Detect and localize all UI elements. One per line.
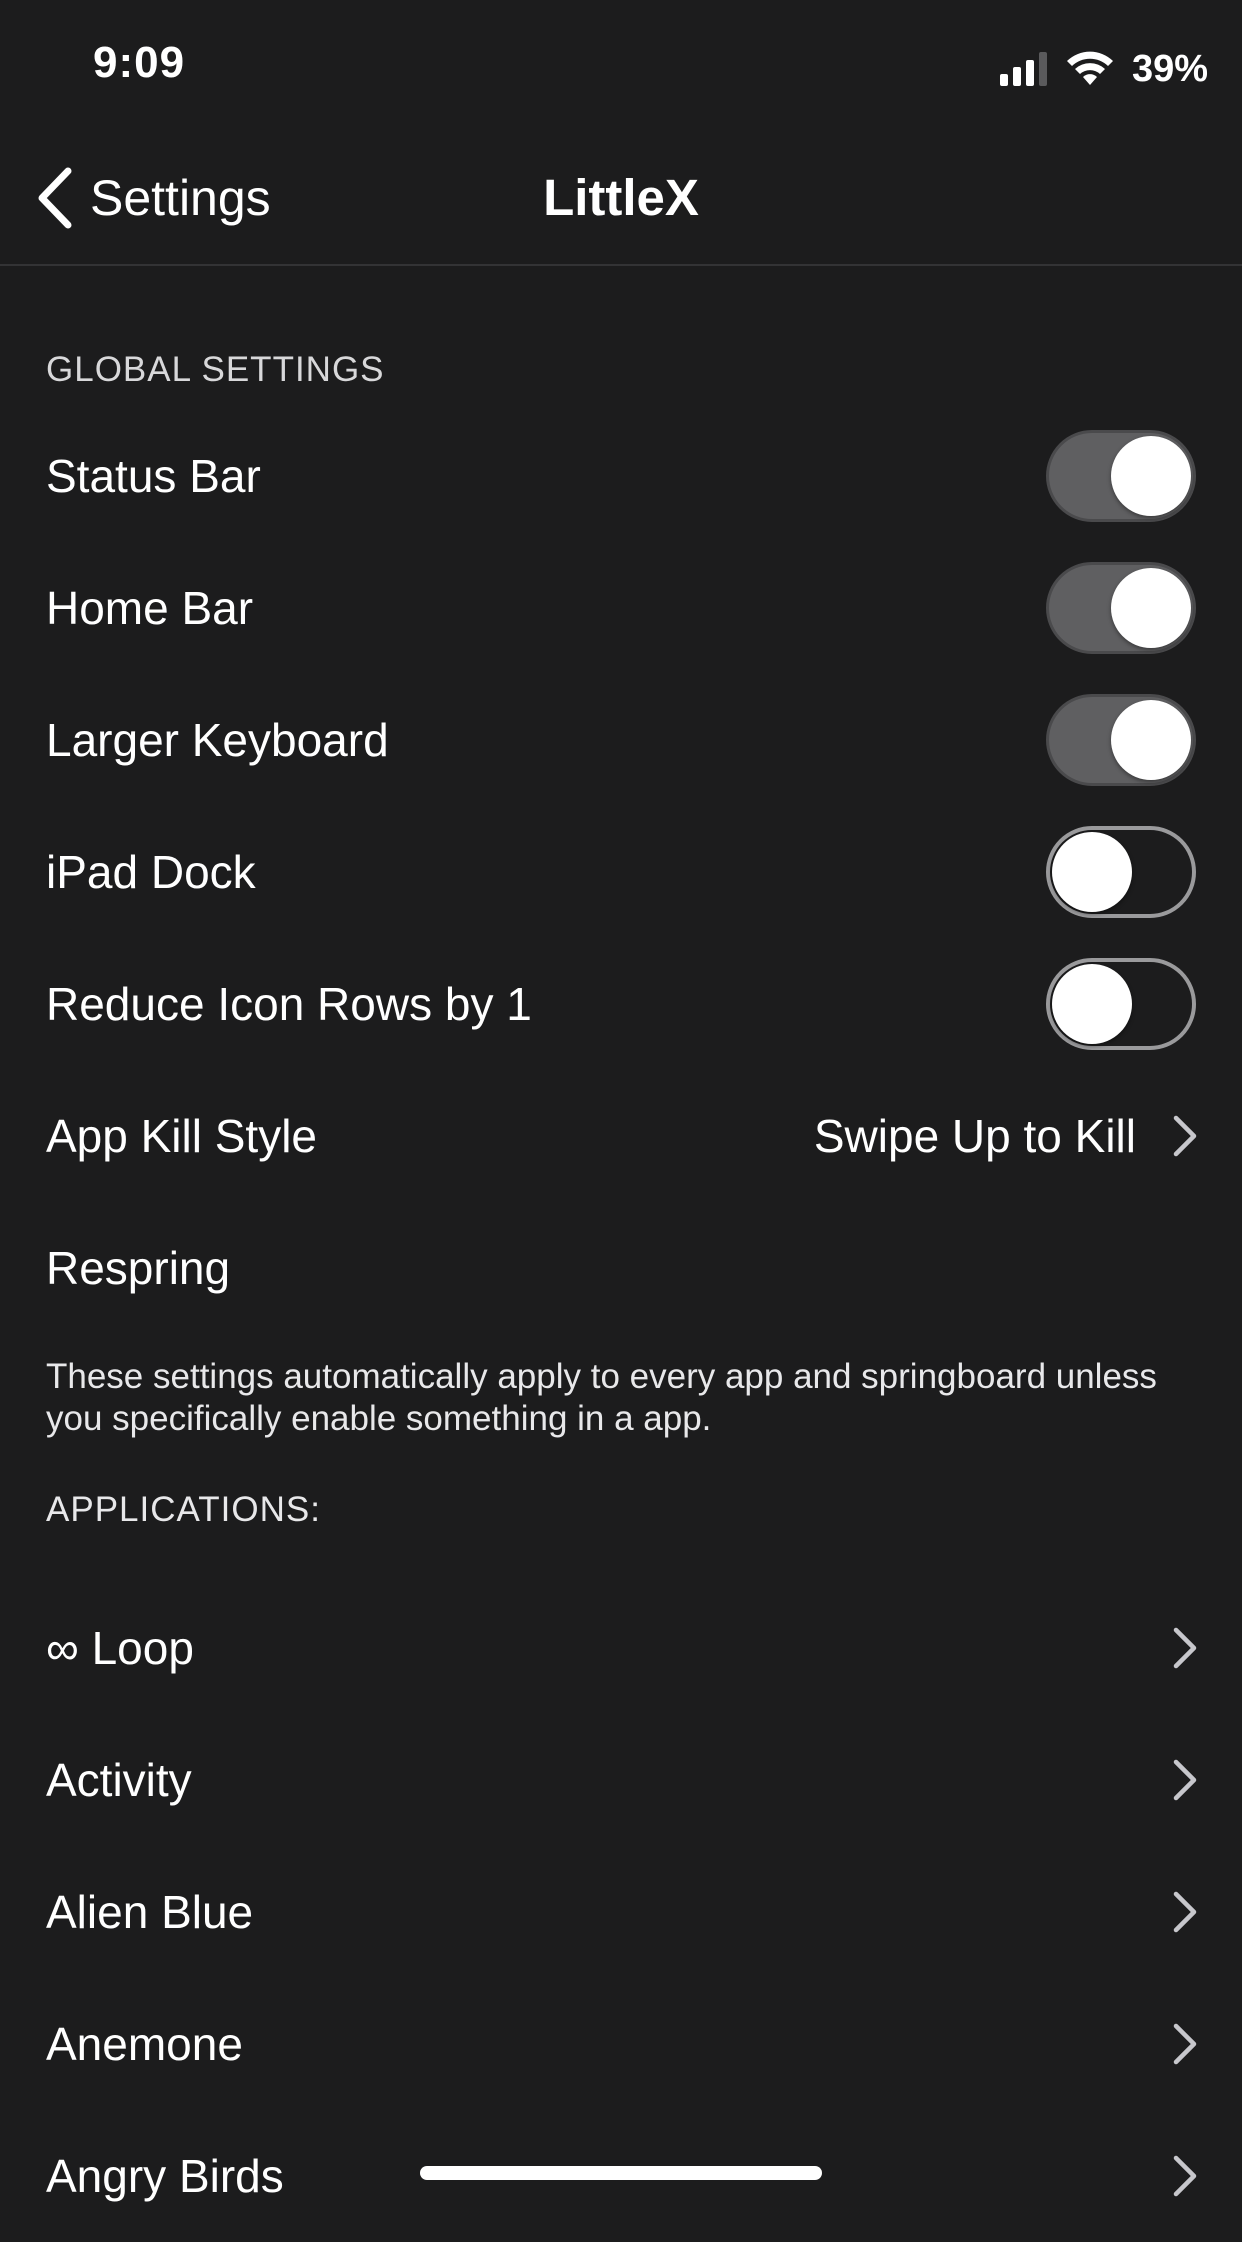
toggle-knob [1111, 436, 1191, 516]
row-status-bar: Status Bar [0, 410, 1242, 542]
respring-button: Respring [46, 1242, 231, 1294]
chevron-right-icon [1173, 2023, 1197, 2065]
larger-keyboard-toggle[interactable] [1046, 694, 1196, 786]
app-row-loop[interactable]: ∞ Loop [0, 1582, 1242, 1714]
app-name: ∞ Loop [46, 1622, 194, 1674]
app-row-anemone[interactable]: Anemone [0, 1978, 1242, 2110]
section-header-label: GLOBAL SETTINGS [46, 350, 385, 389]
home-indicator[interactable] [420, 2166, 822, 2180]
toggle-knob [1111, 700, 1191, 780]
row-label: Status Bar [46, 450, 261, 502]
reduce-icon-rows-toggle[interactable] [1046, 958, 1196, 1050]
signal-icon [999, 52, 1047, 86]
chevron-right-icon [1173, 1759, 1197, 1801]
app-name: Alien Blue [46, 1886, 254, 1938]
status-bar: 9:09 39% [0, 0, 1242, 130]
app-name: Activity [46, 1754, 192, 1806]
toggle-knob [1052, 964, 1132, 1044]
app-name: Anemone [46, 2018, 243, 2070]
chevron-right-icon [1173, 2155, 1197, 2197]
row-label: Home Bar [46, 582, 254, 634]
app-name: Angry Birds [46, 2150, 284, 2202]
section-header-global: GLOBAL SETTINGS [0, 266, 1242, 410]
section-footer-note: These settings automatically apply to ev… [0, 1334, 1242, 1470]
row-label: App Kill Style [46, 1110, 318, 1162]
status-bar-toggle[interactable] [1046, 430, 1196, 522]
app-row-activity[interactable]: Activity [0, 1714, 1242, 1846]
row-ipad-dock: iPad Dock [0, 806, 1242, 938]
row-respring[interactable]: Respring [0, 1202, 1242, 1334]
chevron-right-icon [1173, 1891, 1197, 1933]
chevron-right-icon [1173, 1627, 1197, 1669]
status-time: 9:09 [93, 38, 186, 87]
row-app-kill-style[interactable]: App Kill Style Swipe Up to Kill [0, 1070, 1242, 1202]
footer-note-text: These settings automatically apply to ev… [46, 1357, 1157, 1438]
section-header-applications: APPLICATIONS: [0, 1470, 1242, 1582]
wifi-icon [1066, 51, 1113, 85]
chevron-right-icon [1173, 1115, 1197, 1157]
ipad-dock-toggle[interactable] [1046, 826, 1196, 918]
toggle-knob [1052, 832, 1132, 912]
app-row-alien-blue[interactable]: Alien Blue [0, 1846, 1242, 1978]
page-title: LittleX [543, 169, 699, 226]
row-larger-keyboard: Larger Keyboard [0, 674, 1242, 806]
app-kill-style-value: Swipe Up to Kill [813, 1110, 1136, 1162]
toggle-knob [1111, 568, 1191, 648]
row-home-bar: Home Bar [0, 542, 1242, 674]
status-icons: 39% [999, 44, 1208, 94]
settings-list: GLOBAL SETTINGS Status Bar Home Bar Larg… [0, 266, 1242, 2242]
section-header-label: APPLICATIONS: [46, 1490, 321, 1529]
battery-percent: 39% [1131, 47, 1208, 90]
row-reduce-icon-rows: Reduce Icon Rows by 1 [0, 938, 1242, 1070]
home-bar-toggle[interactable] [1046, 562, 1196, 654]
navigation-bar: Settings LittleX [0, 130, 1242, 266]
row-label: iPad Dock [46, 846, 256, 898]
row-label: Reduce Icon Rows by 1 [46, 978, 532, 1030]
row-label: Larger Keyboard [46, 714, 389, 766]
